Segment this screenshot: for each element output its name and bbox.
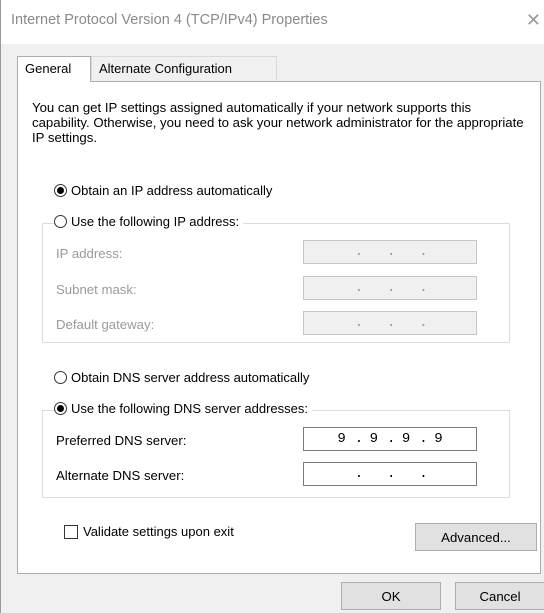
- use-following-ip-radio[interactable]: Use the following IP address:: [54, 214, 244, 229]
- preferred-dns-field[interactable]: 9. 9. 9. 9: [303, 427, 477, 451]
- ip-address-label: IP address:: [56, 246, 123, 261]
- cancel-button[interactable]: Cancel: [455, 582, 544, 610]
- tab-alternate-configuration[interactable]: Alternate Configuration: [91, 56, 277, 80]
- use-following-dns-radio[interactable]: Use the following DNS server addresses:: [54, 401, 312, 416]
- validate-settings-checkbox[interactable]: Validate settings upon exit: [64, 524, 234, 539]
- obtain-ip-auto-label: Obtain an IP address automatically: [71, 183, 273, 198]
- radio-unchecked-icon: [54, 371, 67, 384]
- validate-settings-label: Validate settings upon exit: [83, 524, 234, 539]
- radio-checked-icon: [54, 402, 67, 415]
- general-panel: You can get IP settings assigned automat…: [17, 81, 541, 574]
- radio-checked-icon: [54, 184, 67, 197]
- subnet-mask-field[interactable]: . . .: [303, 276, 477, 300]
- default-gateway-label: Default gateway:: [56, 317, 155, 332]
- advanced-button[interactable]: Advanced...: [415, 523, 537, 551]
- checkbox-icon: [64, 524, 78, 539]
- title-bar: Internet Protocol Version 4 (TCP/IPv4) P…: [1, 0, 544, 44]
- intro-text: You can get IP settings assigned automat…: [32, 100, 524, 145]
- radio-unchecked-icon: [54, 215, 67, 228]
- subnet-mask-label: Subnet mask:: [56, 282, 137, 297]
- window-title: Internet Protocol Version 4 (TCP/IPv4) P…: [11, 12, 328, 28]
- ipv4-properties-dialog: Internet Protocol Version 4 (TCP/IPv4) P…: [0, 0, 544, 613]
- use-following-ip-label: Use the following IP address:: [71, 214, 240, 229]
- ip-address-field[interactable]: . . .: [303, 240, 477, 264]
- close-icon[interactable]: ✕: [526, 10, 541, 31]
- ok-button[interactable]: OK: [341, 582, 441, 610]
- obtain-ip-auto-radio[interactable]: Obtain an IP address automatically: [54, 183, 272, 198]
- default-gateway-field[interactable]: . . .: [303, 311, 477, 335]
- tab-general[interactable]: General: [17, 56, 91, 82]
- alternate-dns-field[interactable]: . . .: [303, 462, 477, 486]
- alternate-dns-label: Alternate DNS server:: [56, 468, 185, 483]
- use-following-dns-label: Use the following DNS server addresses:: [71, 401, 308, 416]
- obtain-dns-auto-label: Obtain DNS server address automatically: [71, 370, 310, 385]
- obtain-dns-auto-radio[interactable]: Obtain DNS server address automatically: [54, 370, 309, 385]
- preferred-dns-label: Preferred DNS server:: [56, 433, 187, 448]
